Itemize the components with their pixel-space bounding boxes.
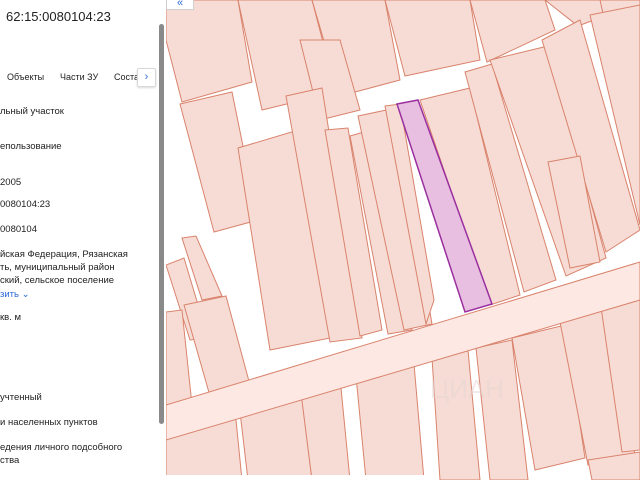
field-category: епользование [0,141,62,152]
map-watermark: ЦИАН [430,374,504,404]
field-permitted-use: ства [0,455,20,466]
chevron-down-icon: ⌄ [21,289,30,300]
chevron-right-icon: › [144,71,149,83]
show-more-label[interactable]: зить [0,289,19,300]
field-address-line: ть, муниципальный район [0,262,115,273]
field-status: учтенный [0,392,42,403]
info-panel: 62:15:0080104:23 Объекты Части ЗУ Соста … [0,0,166,480]
tab-objects[interactable]: Объекты [7,72,44,82]
map-bottom-strip [166,475,426,480]
map-back-button[interactable]: « [166,0,194,10]
cadastral-map[interactable]: ЦИАН [166,0,640,480]
field-cadastral-number: 0080104:23 [0,199,51,210]
field-address-line: ский, сельское поселение [0,275,115,286]
map-canvas[interactable]: ЦИАН [166,0,640,480]
panel-scrollbar[interactable] [159,24,164,424]
chevron-left-icon: « [176,0,184,9]
tab-parts[interactable]: Части ЗУ [60,72,98,82]
tabs-next-button[interactable]: › [137,68,156,87]
tab-composition[interactable]: Соста [114,72,139,82]
field-quarter: 0080104 [0,224,37,235]
show-more-link[interactable]: зить ⌄ [0,289,30,302]
field-permitted-use: едения личного подсобного [0,442,123,453]
field-date: 2005 [0,177,22,188]
field-address-line: йская Федерация, Рязанская [0,249,128,260]
field-land-category: и населенных пунктов [0,417,98,428]
cadastral-number-title: 62:15:0080104:23 [6,9,111,24]
field-type: льный участок [0,106,64,117]
field-area: кв. м [0,312,22,323]
parcel[interactable] [355,363,425,480]
